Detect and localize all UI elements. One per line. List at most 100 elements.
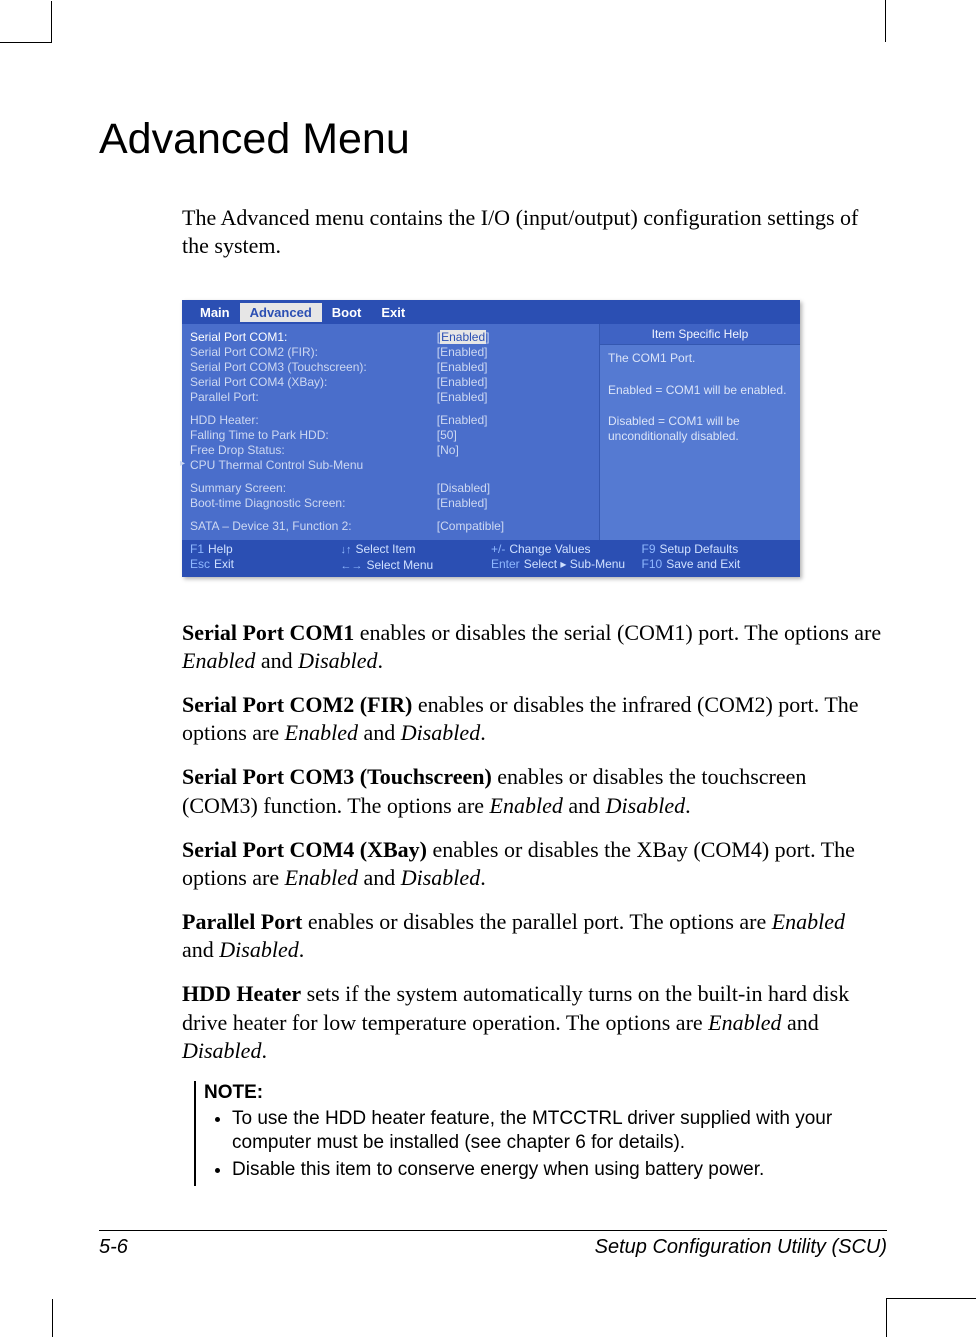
bios-row-label: Parallel Port: <box>190 390 437 405</box>
help-line: The COM1 Port. <box>608 351 792 367</box>
definition-term: Serial Port COM2 (FIR) <box>182 692 412 717</box>
bios-row-label: Serial Port COM3 (Touchscreen): <box>190 360 437 375</box>
bios-row-label: Serial Port COM1: <box>190 330 437 345</box>
bios-row: Summary Screen:[Disabled] <box>190 481 591 496</box>
crop-mark <box>885 0 886 42</box>
key-enter: Enter <box>491 557 520 571</box>
option-italic: Disabled <box>401 865 480 890</box>
bios-row-label: Serial Port COM2 (FIR): <box>190 345 437 360</box>
bios-row: Serial Port COM2 (FIR):[Enabled] <box>190 345 591 360</box>
note-label: NOTE: <box>204 1082 263 1103</box>
definition-term: HDD Heater <box>182 981 301 1006</box>
option-italic: Disabled <box>606 793 685 818</box>
bios-row-label: SATA – Device 31, Function 2: <box>190 519 437 534</box>
bios-tab-boot: Boot <box>322 303 372 322</box>
option-italic: Enabled <box>708 1010 781 1035</box>
page: Advanced Menu The Advanced menu contains… <box>0 0 976 1337</box>
key-label: Select ▸ Sub-Menu <box>524 557 625 571</box>
bios-tab-exit: Exit <box>371 303 415 322</box>
definition-term: Serial Port COM4 (XBay) <box>182 837 427 862</box>
spacer <box>190 405 591 413</box>
bios-row-value: [Enabled] <box>437 390 591 405</box>
key-label: Select Item <box>356 542 416 556</box>
bios-row-value: [Enabled] <box>437 345 591 360</box>
definition-term: Serial Port COM1 <box>182 620 354 645</box>
bios-footer: F1Help EscExit ↓↑Select Item ←→Select Me… <box>182 540 800 577</box>
definition: HDD Heater sets if the system automatica… <box>182 980 882 1064</box>
note-item: To use the HDD heater feature, the MTCCT… <box>232 1107 892 1156</box>
bios-row-value: [Enabled] <box>437 360 591 375</box>
key-esc: Esc <box>190 557 210 571</box>
spacer <box>190 473 591 481</box>
bios-row: Boot-time Diagnostic Screen:[Enabled] <box>190 496 591 511</box>
bios-row-label: CPU Thermal Control Sub-Menu <box>190 458 437 473</box>
spacer <box>190 511 591 519</box>
bios-row-label: HDD Heater: <box>190 413 437 428</box>
bios-row: Serial Port COM1:[Enabled] <box>190 330 591 345</box>
bios-row-label: Falling Time to Park HDD: <box>190 428 437 443</box>
option-italic: Enabled <box>182 648 255 673</box>
footer-col: +/-Change Values EnterSelect ▸ Sub-Menu <box>491 542 642 574</box>
crop-mark <box>52 1299 53 1337</box>
bios-row: HDD Heater:[Enabled] <box>190 413 591 428</box>
key-f1: F1 <box>190 542 204 556</box>
bios-row-value: [Compatible] <box>437 519 591 534</box>
bios-row-value: [Enabled] <box>437 413 591 428</box>
bios-row-value <box>437 458 591 473</box>
definition: Parallel Port enables or disables the pa… <box>182 908 882 964</box>
bios-tab-main: Main <box>190 303 240 322</box>
bios-row-label: Boot-time Diagnostic Screen: <box>190 496 437 511</box>
bios-row-label: Summary Screen: <box>190 481 437 496</box>
definition: Serial Port COM2 (FIR) enables or disabl… <box>182 691 882 747</box>
help-line: Enabled = COM1 will be enabled. <box>608 383 792 399</box>
bios-row-value: [Enabled] <box>437 496 591 511</box>
footer-rule <box>99 1230 887 1231</box>
key-leftright-icon: ←→ <box>341 560 363 572</box>
crop-mark <box>886 1298 976 1299</box>
note-item: Disable this item to conserve energy whe… <box>232 1158 892 1182</box>
page-number: 5-6 <box>99 1236 128 1259</box>
bios-help-title: Item Specific Help <box>600 324 800 345</box>
bios-row: CPU Thermal Control Sub-Menu <box>190 458 591 473</box>
help-line: Disabled = COM1 will be unconditionally … <box>608 414 792 445</box>
option-italic: Disabled <box>182 1038 261 1063</box>
bios-row-value: [Disabled] <box>437 481 591 496</box>
footer-col: ↓↑Select Item ←→Select Menu <box>341 542 492 574</box>
bios-row-value: [50] <box>437 428 591 443</box>
key-label: Exit <box>214 557 234 571</box>
key-label: Select Menu <box>367 558 434 572</box>
option-italic: Disabled <box>401 720 480 745</box>
key-f9: F9 <box>642 542 656 556</box>
bios-screenshot: MainAdvancedBootExit Serial Port COM1:[E… <box>182 300 800 577</box>
bios-row: Falling Time to Park HDD:[50] <box>190 428 591 443</box>
bios-settings-list: Serial Port COM1:[Enabled]Serial Port CO… <box>182 324 599 540</box>
content-area: Advanced Menu The Advanced menu contains… <box>99 115 889 1186</box>
key-label: Setup Defaults <box>660 542 739 556</box>
definition: Serial Port COM1 enables or disables the… <box>182 619 882 675</box>
page-footer: 5-6 Setup Configuration Utility (SCU) <box>99 1236 887 1259</box>
key-label: Help <box>208 542 233 556</box>
footer-col: F1 Help Esc Exit <box>190 542 341 574</box>
option-italic: Enabled <box>490 793 563 818</box>
page-title: Advanced Menu <box>99 115 889 164</box>
option-italic: Enabled <box>285 720 358 745</box>
definition: Serial Port COM3 (Touchscreen) enables o… <box>182 763 882 819</box>
note-box: NOTE: To use the HDD heater feature, the… <box>194 1081 892 1186</box>
bios-row: Free Drop Status:[No] <box>190 443 591 458</box>
bios-body: Serial Port COM1:[Enabled]Serial Port CO… <box>182 324 800 540</box>
key-f10: F10 <box>642 557 663 571</box>
key-label: Change Values <box>509 542 590 556</box>
intro-text: The Advanced menu contains the I/O (inpu… <box>182 204 882 260</box>
definition-term: Parallel Port <box>182 909 302 934</box>
bios-row-value: [Enabled] <box>437 375 591 390</box>
footer-col: F9Setup Defaults F10Save and Exit <box>642 542 793 574</box>
definition-term: Serial Port COM3 (Touchscreen) <box>182 764 492 789</box>
bios-row: Parallel Port:[Enabled] <box>190 390 591 405</box>
bios-tabs: MainAdvancedBootExit <box>182 300 800 324</box>
option-italic: Disabled <box>298 648 377 673</box>
footer-title: Setup Configuration Utility (SCU) <box>595 1236 887 1259</box>
definition: Serial Port COM4 (XBay) enables or disab… <box>182 836 882 892</box>
option-italic: Enabled <box>285 865 358 890</box>
bios-row-value: [No] <box>437 443 591 458</box>
bios-tab-advanced: Advanced <box>240 303 322 322</box>
